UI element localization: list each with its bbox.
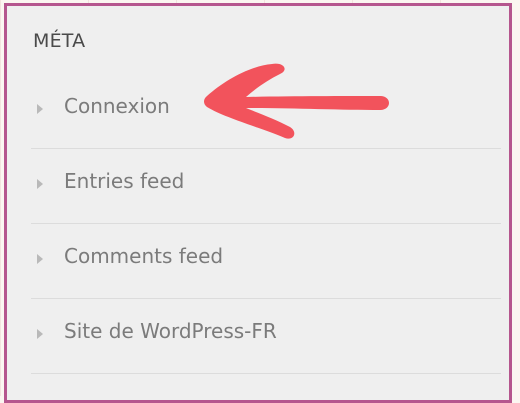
list-item: Comments feed (31, 224, 501, 299)
login-link[interactable]: Connexion (64, 94, 170, 118)
triangle-right-icon (37, 179, 43, 189)
list-item: Entries feed (31, 149, 501, 224)
comments-feed-link[interactable]: Comments feed (64, 244, 223, 268)
widget-title: MÉTA (33, 30, 86, 52)
wordpress-fr-link[interactable]: Site de WordPress-FR (64, 319, 277, 343)
triangle-right-icon (37, 254, 43, 264)
list-item: Site de WordPress-FR (31, 299, 501, 374)
triangle-right-icon (37, 104, 43, 114)
entries-feed-link[interactable]: Entries feed (64, 169, 184, 193)
triangle-right-icon (37, 329, 43, 339)
meta-list: Connexion Entries feed Comments feed Sit… (31, 74, 501, 374)
list-item: Connexion (31, 74, 501, 149)
meta-widget: MÉTA Connexion Entries feed Comments fee… (4, 3, 512, 403)
